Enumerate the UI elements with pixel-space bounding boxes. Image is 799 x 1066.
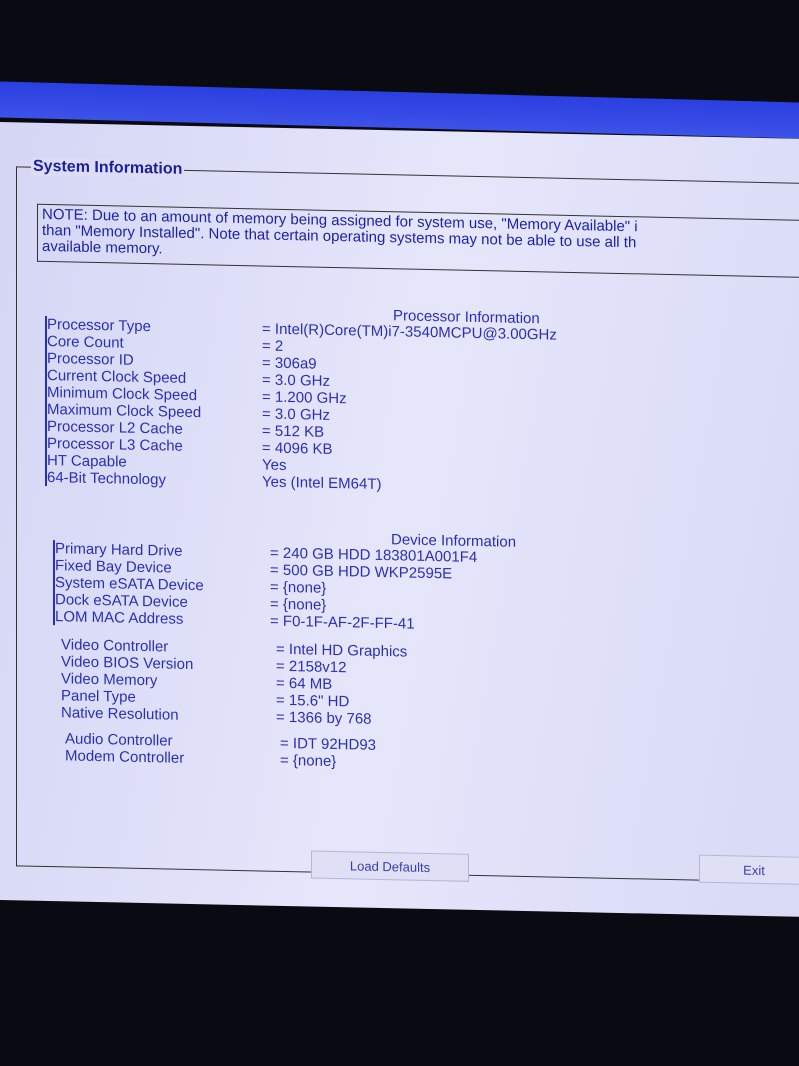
info-value: = 3.0 GHz xyxy=(262,371,330,390)
info-value: = 512 KB xyxy=(262,422,325,441)
audio-info-list: Audio Controller = IDT 92HD93 Modem Contro… xyxy=(65,730,376,771)
info-value: = 3.0 GHz xyxy=(262,405,330,424)
info-value: = {none} xyxy=(270,578,327,597)
bios-screen: System Information NOTE: Due to an amoun… xyxy=(0,122,799,917)
group-title: System Information xyxy=(31,157,185,179)
info-value: = IDT 92HD93 xyxy=(280,734,377,754)
info-value: = F0-1F-AF-2F-FF-41 xyxy=(270,612,415,633)
info-value: = 2 xyxy=(262,337,284,355)
info-label: LOM MAC Address xyxy=(55,608,184,628)
info-value: = 15.6" HD xyxy=(276,691,350,711)
info-value: Yes (Intel EM64T) xyxy=(262,473,382,493)
info-label: 64-Bit Technology xyxy=(47,468,166,489)
info-value: Yes xyxy=(262,456,287,475)
info-value: = {none} xyxy=(270,595,327,614)
exit-button[interactable]: Exit xyxy=(699,854,799,885)
load-defaults-button[interactable]: Load Defaults xyxy=(311,850,469,882)
system-information-group: System Information NOTE: Due to an amoun… xyxy=(16,157,799,884)
info-value: = {none} xyxy=(280,751,337,771)
storage-info-list: Primary Hard Drive = 240 GB HDD 183801A00… xyxy=(53,540,478,634)
info-value: = 2158v12 xyxy=(276,657,347,677)
info-value: = 4096 KB xyxy=(262,439,333,458)
memory-note: NOTE: Due to an amount of memory being a… xyxy=(37,203,799,279)
info-label: Modem Controller xyxy=(65,747,185,767)
info-value: = 1366 by 768 xyxy=(276,708,372,728)
info-value: = 64 MB xyxy=(276,674,333,693)
video-info-list: Video Controller = Intel HD Graphics Video… xyxy=(61,636,407,728)
info-label: Native Resolution xyxy=(61,704,179,724)
processor-info-list: Processor Type = Intel(R)Core(TM)i7-3540M… xyxy=(45,315,557,497)
info-value: = 1.200 GHz xyxy=(262,388,347,408)
info-value: = 306a9 xyxy=(262,354,317,373)
